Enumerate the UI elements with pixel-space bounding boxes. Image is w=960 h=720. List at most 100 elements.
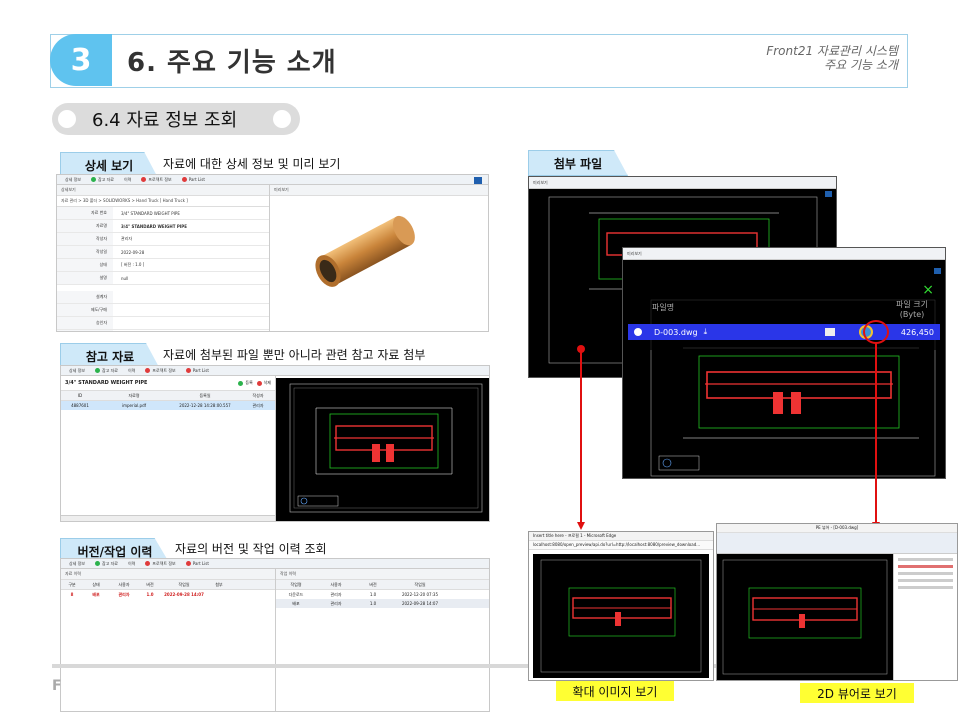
reference-panel: 상세 정보 참고 자료 이력 프로젝트 정보 Part List 3/4" ST… bbox=[60, 365, 490, 522]
ref-toolbar-project[interactable]: 프로젝트 정보 bbox=[145, 367, 176, 374]
detail-field-label: 작성일 bbox=[57, 246, 113, 258]
play-icon[interactable] bbox=[825, 328, 836, 336]
file-header-size: 파일 크기 (Byte) bbox=[896, 300, 928, 320]
table-row[interactable]: 다운로드 관리자 1.0 2022-12-20 07:35 bbox=[276, 590, 489, 599]
reference-description: 자료에 첨부된 파일 뿐만 아니라 관련 참고 자료 첨부 bbox=[163, 348, 426, 362]
tab-attachment[interactable]: 첨부 파일 bbox=[528, 150, 628, 176]
system-name: Front21 자료관리 시스템 bbox=[766, 44, 898, 58]
browser-address-bar[interactable]: localhost:8080/open_preview/api.do?url=h… bbox=[529, 541, 713, 550]
table-cell: 다운로드 bbox=[288, 591, 304, 597]
delete-label: 삭제 bbox=[263, 380, 271, 385]
table-cell: 1.0 bbox=[369, 601, 377, 606]
register-button[interactable]: 등록 bbox=[238, 380, 253, 386]
layer-row bbox=[898, 558, 953, 561]
his-toolbar-history[interactable]: 이력 bbox=[128, 561, 135, 567]
toolbar-reference-button[interactable]: 참고 자료 bbox=[91, 177, 114, 183]
detail-field-label: 자료명 bbox=[57, 220, 113, 232]
toolbar-project-button[interactable]: 프로젝트 정보 bbox=[141, 177, 172, 183]
his-toolbar-reference-label: 참고 자료 bbox=[102, 560, 118, 566]
detail-field-value: null bbox=[121, 275, 129, 281]
browser-cad-image bbox=[533, 554, 709, 678]
browser-window: Insert title here - 프로필 1 - Microsoft Ed… bbox=[528, 531, 714, 681]
table-cell: 8 bbox=[70, 592, 74, 597]
history-data-table: 구분 상태 사용자 버전 작업일 첨부 8 배포 관리자 1.0 2022-09-28 14:07 bbox=[61, 580, 275, 599]
column-header: 사용자 bbox=[118, 581, 130, 587]
page-title: 6. 주요 기능 소개 bbox=[127, 48, 337, 78]
table-cell: 4887601 bbox=[71, 403, 89, 408]
detail-field-row: 자료 번호 3/4" STANDARD WEIGHT PIPE bbox=[57, 207, 269, 220]
menu-icon[interactable] bbox=[474, 177, 482, 184]
detail-field-label: 승인자 bbox=[57, 317, 113, 329]
annotation-circle bbox=[863, 320, 889, 344]
menu-icon[interactable] bbox=[934, 268, 941, 274]
table-cell: 2022-12-20 07:35 bbox=[401, 592, 439, 597]
file-row[interactable]: D-003.dwg ⤓ 426,450 bbox=[628, 324, 940, 340]
register-label: 등록 bbox=[245, 380, 253, 385]
detail-field-label: 공급업체 bbox=[57, 330, 113, 331]
viewer-ribbon[interactable] bbox=[717, 533, 957, 554]
reference-list-pane: 3/4" STANDARD WEIGHT PIPE 등록 삭제 ID 자료명 등록일… bbox=[61, 376, 276, 521]
footer-letter: F bbox=[52, 678, 62, 694]
his-toolbar-project[interactable]: 프로젝트 정보 bbox=[145, 561, 176, 567]
table-row[interactable]: 4887601 imperial.pdf 2022-12-28 14:28:00.5… bbox=[61, 401, 275, 410]
column-header: 작업일 bbox=[414, 581, 426, 587]
toolbar-partlist-label: Part List bbox=[188, 176, 205, 182]
detail-field-row: 설명 null bbox=[57, 272, 269, 285]
ref-toolbar-partlist[interactable]: Part List bbox=[185, 368, 209, 374]
detail-field-row: 자료명 3/4" STANDARD WEIGHT PIPE bbox=[57, 220, 269, 233]
download-icon[interactable]: ⤓ bbox=[704, 327, 708, 337]
detail-field-row: 작성자 관리자 bbox=[57, 233, 269, 246]
ref-toolbar-history[interactable]: 이력 bbox=[128, 368, 135, 374]
table-cell: 관리자 bbox=[252, 402, 264, 408]
layer-row bbox=[898, 579, 953, 582]
table-cell: 1.0 bbox=[146, 592, 154, 597]
reference-toolbar: 상세 정보 참고 자료 이력 프로젝트 정보 Part List bbox=[61, 366, 489, 376]
file-name[interactable]: D-003.dwg bbox=[654, 328, 698, 337]
table-row[interactable]: 배포 관리자 1.0 2022-09-28 14:07 bbox=[276, 599, 489, 608]
reference-scrollbar[interactable] bbox=[61, 515, 275, 521]
viewer-cad-image bbox=[717, 554, 893, 680]
detail-field-row: 상태 [ 버전 : 1.0 ] bbox=[57, 259, 269, 272]
partlist-icon bbox=[181, 177, 187, 183]
table-row[interactable]: 8 배포 관리자 1.0 2022-09-28 14:07 bbox=[61, 590, 275, 599]
ref-toolbar-detail[interactable]: 상세 정보 bbox=[69, 368, 85, 374]
detail-description: 자료에 대한 상세 정보 및 미리 보기 bbox=[163, 157, 341, 171]
close-icon[interactable]: × bbox=[922, 283, 934, 297]
reference-cad-preview bbox=[276, 378, 489, 521]
ref-toolbar-project-label: 프로젝트 정보 bbox=[152, 367, 176, 373]
table-cell: 관리자 bbox=[118, 591, 130, 597]
file-size: 426,450 bbox=[900, 327, 934, 337]
history-right-title: 작업 이력 bbox=[276, 569, 489, 580]
attachment-back-title: 미리보기 bbox=[529, 177, 836, 189]
reference-table: ID 자료명 등록일 작성자 4887601 imperial.pdf 2022-12-28… bbox=[61, 391, 275, 410]
pipe-3d-image bbox=[276, 201, 474, 321]
file-header-size-unit: (Byte) bbox=[899, 310, 925, 319]
his-toolbar-partlist[interactable]: Part List bbox=[185, 561, 209, 567]
cad-drawing-browser bbox=[540, 559, 702, 673]
table-cell: 2022-12-28 14:28:00.557 bbox=[179, 403, 231, 408]
history-data-pane: 자료 이력 구분 상태 사용자 버전 작업일 첨부 8 배포 관리자 1.0 2022-09-28 … bbox=[61, 569, 276, 711]
detail-toolbar: 상세 정보 참고 자료 이력 프로젝트 정보 Part List bbox=[57, 175, 488, 185]
delete-button[interactable]: 삭제 bbox=[256, 380, 271, 386]
viewer-title: PE 뷰어 - [D-003.dwg] bbox=[717, 524, 957, 533]
detail-field-row: 작성일 2022-09-28 bbox=[57, 246, 269, 259]
detail-left-title: 상세보기 bbox=[57, 185, 269, 196]
subsection-title: 6.4 자료 정보 조회 bbox=[92, 110, 238, 131]
detail-field-label: 설계자 bbox=[57, 291, 113, 303]
pill-left-dot bbox=[58, 110, 76, 128]
table-cell: 1.0 bbox=[369, 592, 377, 597]
section-number-badge: 3 bbox=[50, 34, 112, 86]
menu-icon[interactable] bbox=[825, 191, 832, 197]
his-toolbar-reference[interactable]: 참고 자료 bbox=[95, 561, 118, 567]
toolbar-partlist-button[interactable]: Part List bbox=[181, 176, 205, 183]
detail-field-value: 2022-09-28 bbox=[121, 249, 145, 255]
ref-toolbar-reference[interactable]: 참고 자료 bbox=[95, 368, 118, 374]
toolbar-history-button[interactable]: 이력 bbox=[124, 177, 131, 183]
his-toolbar-detail[interactable]: 상세 정보 bbox=[69, 561, 85, 567]
viewer-window: PE 뷰어 - [D-003.dwg] bbox=[716, 523, 958, 681]
toolbar-detail-button[interactable]: 상세 정보 bbox=[65, 177, 81, 183]
file-type-icon bbox=[634, 328, 642, 336]
reference-actions: 등록 삭제 bbox=[238, 380, 271, 386]
detail-field-row: 공급업체 bbox=[57, 330, 269, 331]
table-cell: imperial.pdf bbox=[121, 403, 147, 408]
